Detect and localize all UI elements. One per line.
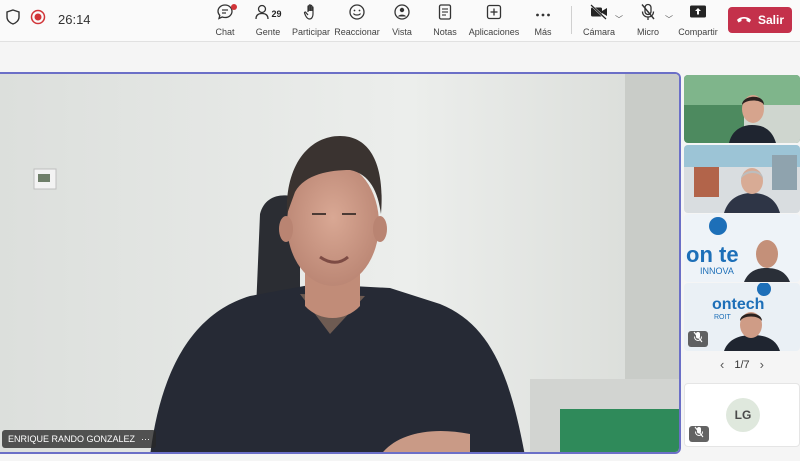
participant-tile[interactable]: on te INNOVA [684,214,800,282]
view-label: Vista [392,27,412,37]
raise-hand-icon [303,3,319,26]
share-label: Compartir [678,27,718,37]
more-icon [535,5,551,23]
participant-tile[interactable] [684,75,800,143]
participant-muted-indicator [689,426,709,442]
notes-icon [438,3,452,26]
active-speaker-video[interactable]: ENRIQUE RANDO GONZALEZ ··· [0,72,681,454]
participant-logo-subtext: ROIT [714,314,731,321]
participant-muted-indicator [688,331,708,347]
meeting-status: 26:14 [6,9,91,30]
shield-icon [6,9,20,30]
apps-button[interactable]: Aplicaciones [466,3,522,37]
mic-off-icon [694,425,704,443]
mic-label: Micro [637,27,659,37]
notes-button[interactable]: Notas [417,3,473,37]
next-page-button[interactable]: › [760,357,764,372]
mic-off-icon [693,330,703,348]
emoji-icon [348,3,366,26]
participant-logo-subtext: INNOVA [700,266,734,276]
participant-tile[interactable]: LG [684,383,800,447]
participant-tile[interactable]: ontech ROIT [684,283,800,351]
participant-video [684,75,800,143]
previous-page-button[interactable]: ‹ [720,357,724,372]
people-count: 29 [271,9,282,19]
leave-label: Salir [757,13,784,27]
camera-label: Cámara [582,27,615,37]
people-label: Gente [255,27,281,37]
participant-logo-text: ontech [712,296,764,313]
speaker-name-tag: ENRIQUE RANDO GONZALEZ ··· [2,430,157,448]
avatar: LG [726,398,760,432]
share-screen-icon [689,4,707,25]
chat-unread-badge [231,4,237,10]
view-icon [393,3,411,26]
recording-icon [30,9,46,30]
share-button[interactable]: Compartir [670,3,726,37]
gallery-pager: ‹ 1/7 › [684,357,800,372]
participant-video [684,145,800,213]
page-indicator: 1/7 [734,358,750,371]
camera-off-icon [589,3,609,25]
chat-label: Chat [215,27,235,37]
meeting-timer: 26:14 [58,12,91,27]
more-label: Más [534,27,552,37]
participant-logo-text: on te [686,242,739,267]
mic-off-icon [640,3,656,26]
add-app-icon [486,4,502,25]
notes-label: Notas [433,27,457,37]
apps-label: Aplicaciones [468,27,520,37]
more-button[interactable]: Más [515,3,571,37]
hang-up-icon [736,13,752,27]
avatar-initials: LG [734,408,752,422]
react-label: Reaccionar [334,27,380,37]
speaker-options-button[interactable]: ··· [141,434,150,444]
participate-label: Participar [291,27,330,37]
participant-video: on te INNOVA [684,214,800,282]
people-icon [254,3,270,26]
participant-tile[interactable] [684,145,800,213]
meeting-toolbar: 26:14 Chat 29 Gente Participar Reacciona… [0,0,800,42]
speaker-name: ENRIQUE RANDO GONZALEZ [8,434,136,444]
leave-button[interactable]: Salir [728,7,792,33]
speaker-video-frame [0,74,679,452]
